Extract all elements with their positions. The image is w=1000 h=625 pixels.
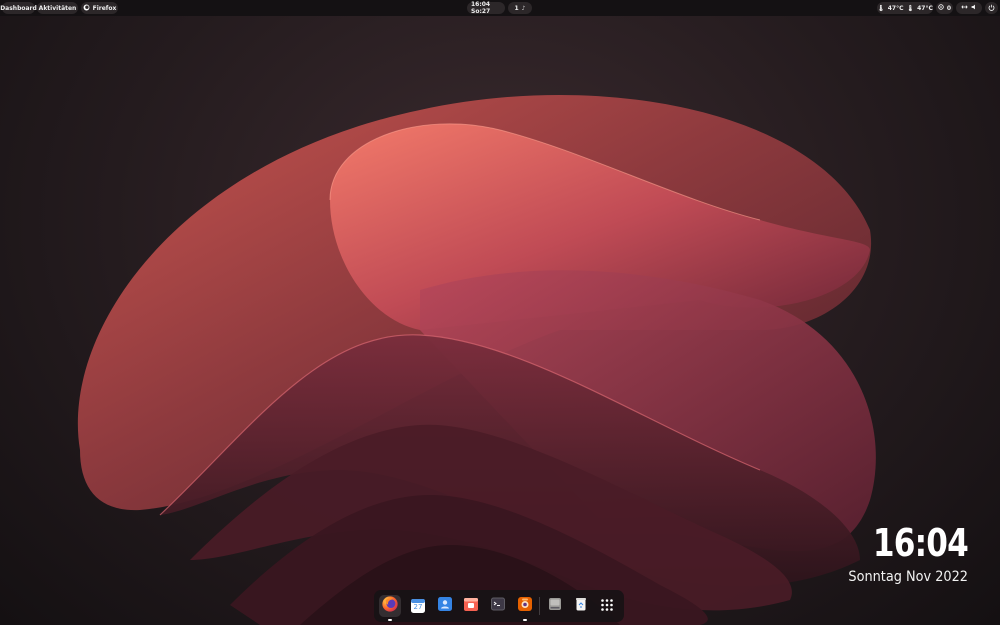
calendar-icon-day: 27 (413, 603, 423, 611)
show-applications-button[interactable] (596, 595, 618, 617)
power-icon (988, 4, 995, 13)
notification-icon (938, 4, 944, 12)
gpu-temperature: 47°C (917, 4, 933, 12)
dock: 27 (374, 590, 624, 622)
dock-item-terminal[interactable] (487, 595, 509, 617)
thermometer-icon: 🌡︎ (877, 4, 885, 12)
calendar-icon: 27 (410, 598, 426, 614)
app-menu-label: Firefox (92, 4, 117, 12)
desktop-clock-date: Sonntag Nov 2022 (848, 569, 968, 585)
app-grid-icon (600, 597, 614, 616)
desktop-clock-widget: 16:04 Sonntag Nov 2022 (838, 520, 968, 586)
dock-separator (539, 597, 540, 615)
dock-item-screenshot[interactable] (514, 595, 536, 621)
system-status-menu[interactable] (956, 2, 982, 14)
dock-item-contacts[interactable] (434, 595, 456, 617)
clock-button[interactable]: 16:04 So:27 (467, 1, 505, 15)
top-panel: Dashboard Aktivitäten Firefox 16:04 So:2… (0, 0, 1000, 16)
volume-icon (971, 4, 977, 12)
contacts-icon (437, 596, 453, 616)
dashboard-button[interactable]: Dashboard (0, 2, 37, 14)
clock-label: 16:04 So:27 (471, 1, 491, 15)
firefox-icon (381, 595, 399, 617)
cpu-temperature: 47°C (887, 4, 904, 12)
terminal-icon (490, 596, 506, 616)
running-indicator (388, 619, 392, 621)
dock-item-software[interactable] (460, 595, 482, 617)
dock-item-drive[interactable] (544, 595, 566, 617)
desktop-clock-time: 16:04 (872, 521, 969, 565)
workspace-number: 1 (514, 4, 519, 12)
dashboard-label: Dashboard (0, 4, 37, 12)
app-menu-button[interactable]: Firefox (81, 2, 118, 14)
running-indicator (523, 619, 527, 621)
notifications-count: 0 (946, 4, 952, 12)
notifications-indicator[interactable]: 0 (936, 2, 953, 14)
activities-label: Aktivitäten (38, 4, 77, 12)
firefox-icon (83, 4, 90, 13)
activities-button[interactable]: Aktivitäten (37, 2, 78, 14)
music-note-icon: ♪ (521, 4, 526, 12)
thermometer-icon: 🌡︎ (906, 4, 915, 12)
temperature-indicator[interactable]: 🌡︎ 47°C 🌡︎ 47°C (877, 2, 933, 14)
dock-item-trash[interactable] (570, 595, 592, 617)
workspace-indicator[interactable]: 1 ♪ (508, 2, 532, 14)
power-button[interactable] (985, 2, 998, 14)
dock-item-calendar[interactable]: 27 (407, 595, 429, 617)
trash-icon (573, 596, 589, 616)
network-icon (961, 4, 968, 12)
software-store-icon (463, 596, 479, 616)
screenshot-tool-icon (517, 596, 533, 616)
drive-icon (547, 596, 563, 616)
dock-item-firefox[interactable] (379, 595, 401, 621)
